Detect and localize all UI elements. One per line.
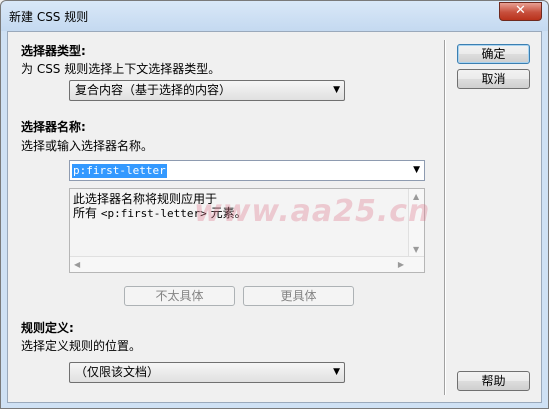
- selector-name-input[interactable]: p:first-letter: [72, 164, 167, 178]
- close-button[interactable]: ✕: [499, 2, 542, 21]
- more-specific-button[interactable]: 更具体: [243, 286, 354, 306]
- selector-name-combobox[interactable]: p:first-letter ▼: [69, 160, 425, 181]
- close-icon: ✕: [515, 3, 526, 18]
- window-title: 新建 CSS 规则: [9, 10, 89, 24]
- selector-type-heading: 选择器类型:: [21, 44, 86, 58]
- new-css-rule-dialog: 新建 CSS 规则 ✕ 选择器类型: 为 CSS 规则选择上下文选择器类型。 复…: [0, 0, 549, 409]
- scroll-down-icon[interactable]: ▼: [413, 245, 419, 254]
- chevron-down-icon: ▼: [333, 85, 340, 95]
- chevron-down-icon[interactable]: ▼: [413, 161, 420, 180]
- help-button[interactable]: 帮助: [457, 371, 530, 391]
- preview-horizontal-scrollbar[interactable]: ◀ ▶: [70, 256, 424, 272]
- rule-definition-value: （仅限该文档）: [75, 365, 160, 379]
- rule-definition-description: 选择定义规则的位置。: [21, 339, 142, 353]
- rule-definition-heading: 规则定义:: [21, 321, 74, 335]
- less-specific-button[interactable]: 不太具体: [124, 286, 235, 306]
- selector-type-select[interactable]: 复合内容（基于选择的内容） ▼: [69, 80, 345, 101]
- dialog-body: 选择器类型: 为 CSS 规则选择上下文选择器类型。 复合内容（基于选择的内容）…: [7, 31, 542, 403]
- cancel-button[interactable]: 取消: [457, 69, 530, 89]
- title-bar[interactable]: 新建 CSS 规则 ✕: [1, 1, 548, 31]
- chevron-down-icon: ▼: [333, 367, 340, 377]
- selector-type-description: 为 CSS 规则选择上下文选择器类型。: [21, 62, 221, 76]
- preview-prefix: 所有: [73, 206, 101, 220]
- selector-name-heading: 选择器名称:: [21, 120, 86, 134]
- rule-definition-select[interactable]: （仅限该文档） ▼: [69, 362, 345, 383]
- selector-type-value: 复合内容（基于选择的内容）: [75, 83, 232, 97]
- scroll-left-icon[interactable]: ◀: [74, 260, 80, 269]
- scroll-right-icon[interactable]: ▶: [398, 260, 404, 269]
- selector-name-description: 选择或输入选择器名称。: [21, 139, 154, 153]
- vertical-divider: [444, 40, 446, 395]
- preview-code: <p:first-letter>: [100, 207, 207, 220]
- ok-button[interactable]: 确定: [457, 44, 530, 64]
- watermark: www.aa25.cn: [194, 194, 431, 229]
